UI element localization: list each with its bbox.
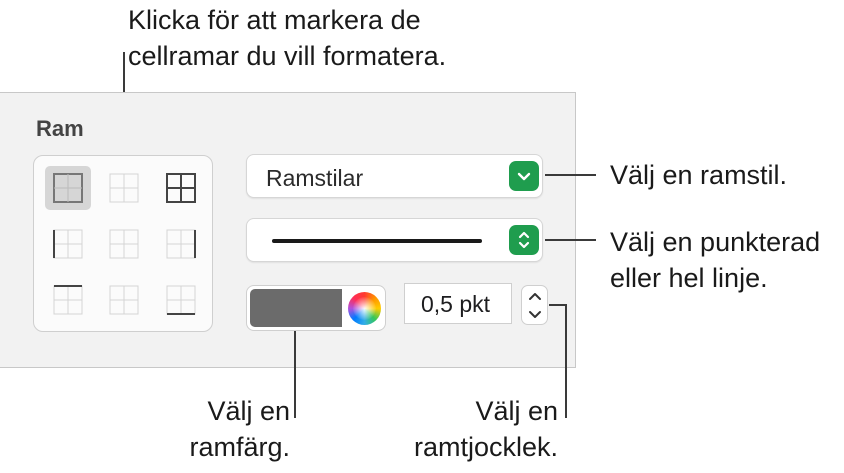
- up-down-chevrons-button[interactable]: [509, 225, 539, 255]
- chevron-up-icon: [528, 292, 541, 300]
- border-right-button[interactable]: [158, 222, 204, 266]
- callout-color-line1: Välj en: [207, 396, 290, 426]
- callout-leader-line: [545, 239, 596, 241]
- callout-line-type: Välj en punkterad eller hel linje.: [610, 224, 820, 296]
- thickness-field[interactable]: 0,5 pkt: [404, 283, 512, 324]
- border-style-label: Ramstilar: [266, 165, 364, 191]
- stepper-up[interactable]: [522, 286, 547, 305]
- right-border-icon: [166, 229, 196, 259]
- all-borders-icon: [53, 173, 83, 203]
- border-inner-button[interactable]: [101, 166, 147, 210]
- color-wheel-icon[interactable]: [348, 292, 381, 325]
- border-bottom-button[interactable]: [158, 278, 204, 322]
- callout-text-line2: cellramar du vill formatera.: [128, 41, 447, 71]
- border-style-dropdown[interactable]: Ramstilar: [246, 154, 543, 198]
- border-horizontal-inner-button[interactable]: [101, 278, 147, 322]
- chevron-down-icon: [528, 310, 541, 318]
- border-all-button[interactable]: [158, 166, 204, 210]
- color-swatch[interactable]: [250, 289, 342, 327]
- callout-leader-thickness-h: [549, 304, 566, 306]
- callout-color: Välj en ramfärg.: [180, 393, 290, 465]
- thickness-value: 0,5 pkt: [421, 291, 491, 317]
- inner-borders-icon: [109, 173, 139, 203]
- callout-thickness-line2: ramtjocklek.: [413, 432, 558, 462]
- bottom-border-icon: [166, 285, 196, 315]
- chevron-down-button[interactable]: [509, 161, 539, 191]
- border-vertical-inner-button[interactable]: [101, 222, 147, 266]
- callout-color-line2: ramfärg.: [189, 432, 290, 462]
- stepper-down[interactable]: [522, 305, 547, 324]
- grid-borders-icon: [166, 173, 196, 203]
- thickness-stepper[interactable]: [521, 285, 548, 325]
- left-border-icon: [53, 229, 83, 259]
- border-selector: [33, 155, 213, 332]
- callout-line-type-line1: Välj en punkterad: [610, 227, 821, 257]
- chevron-down-icon: [517, 172, 531, 181]
- border-top-button[interactable]: [45, 278, 91, 322]
- solid-line-preview: [272, 239, 482, 243]
- callout-thickness-line1: Välj en: [475, 396, 558, 426]
- callout-select-borders: Klicka för att markera de cellramar du v…: [128, 2, 446, 74]
- callout-line-type-line2: eller hel linje.: [610, 263, 768, 293]
- border-outer-all-button[interactable]: [45, 166, 91, 210]
- up-down-chevrons-icon: [518, 231, 530, 249]
- callout-text-line1: Klicka för att markera de: [128, 5, 421, 35]
- callout-style: Välj en ramstil.: [610, 160, 788, 190]
- callout-leader-color: [294, 331, 296, 418]
- vertical-inner-border-icon: [109, 229, 139, 259]
- callout-leader-thickness-v: [565, 304, 567, 418]
- callout-leader-style: [545, 174, 596, 176]
- top-border-icon: [53, 285, 83, 315]
- callout-thickness: Välj en ramtjocklek.: [398, 393, 558, 465]
- horizontal-inner-border-icon: [109, 285, 139, 315]
- border-left-button[interactable]: [45, 222, 91, 266]
- line-type-dropdown[interactable]: [246, 218, 543, 262]
- panel-title: Ram: [36, 116, 84, 141]
- border-color-well[interactable]: [246, 285, 386, 331]
